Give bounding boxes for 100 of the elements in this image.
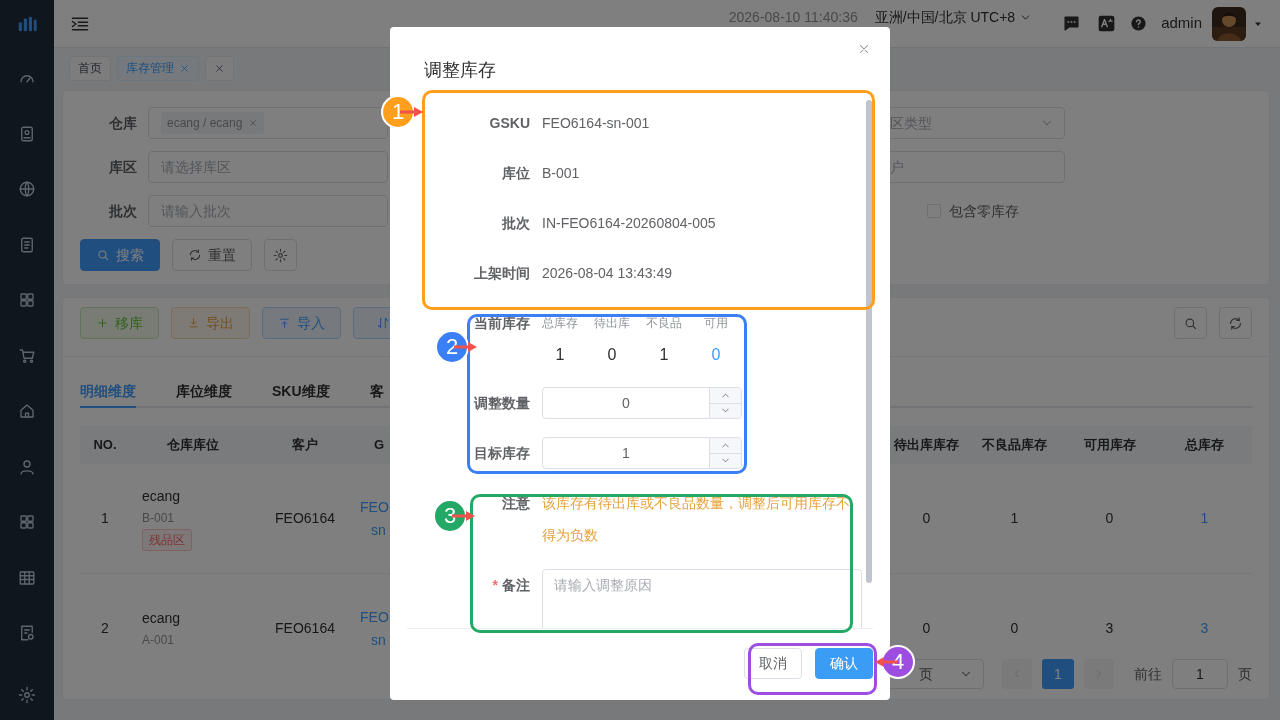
field-label: 注意 (502, 495, 530, 511)
help-icon[interactable] (1130, 15, 1148, 32)
table-cell-text: FEO6164 (274, 509, 336, 528)
id-card-icon[interactable] (18, 124, 36, 143)
field-label: 库位 (502, 165, 530, 181)
column-header: 可用库存 (1082, 436, 1137, 455)
table-cell-text: 1 (1009, 509, 1020, 528)
search-button[interactable]: 搜索 (80, 239, 160, 271)
home-icon[interactable] (18, 402, 36, 420)
table-cell-text: FEO6164 (274, 619, 336, 638)
checkbox-label[interactable]: 包含零库存 (949, 200, 1019, 222)
column-header: 总库存 (1183, 436, 1225, 455)
field-label: 备注 (502, 577, 530, 593)
total-link[interactable]: 3 (1157, 618, 1252, 639)
stock-label: 待出库 (593, 315, 631, 332)
field-label: 目标库存 (474, 445, 530, 461)
refresh-button[interactable] (1219, 307, 1252, 339)
warehouse-name: ecang (142, 487, 181, 506)
stock-value: 1 (658, 345, 670, 365)
page-input[interactable]: 1 (1172, 659, 1228, 689)
total-link[interactable]: 1 (1157, 508, 1252, 529)
export-button[interactable]: 导出 (171, 307, 250, 339)
required-mark: * (492, 577, 498, 593)
field-value: 2026-08-04 13:43:49 (542, 263, 672, 283)
upload-icon (278, 316, 291, 330)
close-icon[interactable] (179, 62, 190, 74)
import-button[interactable]: 导入 (262, 307, 341, 339)
sku-link[interactable]: sn (360, 629, 386, 650)
goto-label: 前往 (1134, 664, 1162, 684)
column-header: 不良品库存 (981, 436, 1048, 455)
field-label: 批次 (108, 201, 137, 221)
table-cell-text: 0 (921, 509, 932, 528)
sku-link[interactable]: sn (360, 519, 386, 541)
globe-icon[interactable] (18, 180, 36, 198)
field-value: B-001 (542, 163, 580, 183)
column-header: G (373, 436, 386, 455)
view-tab[interactable]: 库位维度 (176, 376, 232, 408)
sku-link[interactable]: FEO (360, 496, 389, 518)
stock-value: 0 (710, 345, 722, 365)
table-cell-text: 3 (1104, 619, 1115, 638)
warehouse-name: ecang (142, 609, 181, 628)
move-button[interactable]: 移库 (80, 307, 159, 339)
reset-button[interactable]: 重置 (172, 239, 252, 271)
column-header: NO. (92, 436, 118, 455)
chat-icon[interactable] (1062, 14, 1082, 33)
stock-value: 0 (606, 345, 618, 365)
field-label: 当前库存 (474, 315, 530, 331)
refresh-icon (1228, 315, 1243, 331)
dialog-title: 调整库存 (424, 59, 497, 82)
cancel-button[interactable]: 取消 (744, 648, 802, 679)
notice-text: 该库存有待出库或不良品数量，调整后可用库存不得为负数 (542, 494, 851, 545)
user-icon[interactable] (18, 457, 36, 476)
sku-link[interactable]: FEO (360, 606, 389, 628)
stock-label: 总库存 (541, 315, 579, 332)
view-tab[interactable]: 明细维度 (80, 376, 136, 408)
translate-icon[interactable] (1097, 14, 1117, 33)
table-cell-text: 0 (1104, 509, 1115, 528)
field-value: FEO6164-sn-001 (542, 113, 650, 133)
view-tab[interactable]: 客 (369, 376, 384, 408)
table-cell-text: 1 (100, 509, 110, 528)
close-icon[interactable] (214, 62, 225, 74)
field-label: 调整数量 (474, 395, 530, 411)
stock-value: 1 (554, 345, 566, 365)
field-label: 库区 (108, 157, 137, 177)
grid-icon[interactable] (18, 513, 36, 531)
column-header: 待出库库存 (893, 436, 960, 455)
zone-tag: 残品区 (142, 529, 192, 551)
page-number[interactable]: 1 (1042, 659, 1074, 689)
close-icon[interactable] (248, 118, 259, 128)
field-label: 仓库 (108, 113, 137, 133)
cart-icon[interactable] (18, 346, 36, 365)
table-cell-text: 0 (921, 619, 932, 638)
scrollbar[interactable] (866, 100, 872, 583)
document-icon[interactable] (18, 235, 36, 254)
page-tab[interactable]: 首页 (69, 55, 111, 81)
timezone-select[interactable]: 亚洲/中国/北京 UTC+8 (874, 9, 1033, 26)
column-header: 仓库库位 (166, 436, 220, 455)
view-tab[interactable]: SKU维度 (272, 376, 330, 408)
confirm-button[interactable]: 确认 (815, 648, 873, 679)
page-tab[interactable]: 库存管理 (117, 55, 199, 81)
table-cell-text: 0 (1009, 619, 1020, 638)
plus-icon (96, 316, 109, 330)
user-name[interactable]: admin (1161, 12, 1202, 35)
stock-label: 不良品 (645, 315, 683, 332)
field-value: IN-FEO6164-20260804-005 (542, 213, 716, 233)
stock-label: 可用 (703, 315, 729, 332)
search-button[interactable] (1174, 307, 1207, 339)
column-header: 客户 (291, 436, 319, 455)
field-label: 批次 (502, 215, 530, 231)
settings-icon (273, 247, 288, 263)
table-cell-text: 2 (100, 619, 110, 638)
settings-button[interactable] (264, 239, 297, 271)
download-icon (187, 316, 200, 330)
table-icon[interactable] (18, 568, 36, 587)
field-label: 上架时间 (474, 265, 530, 281)
close-icon[interactable] (857, 42, 871, 56)
refresh-icon (188, 248, 202, 262)
grid-icon[interactable] (18, 291, 36, 309)
settings-icon[interactable] (18, 686, 36, 704)
document-icon[interactable] (18, 624, 36, 642)
